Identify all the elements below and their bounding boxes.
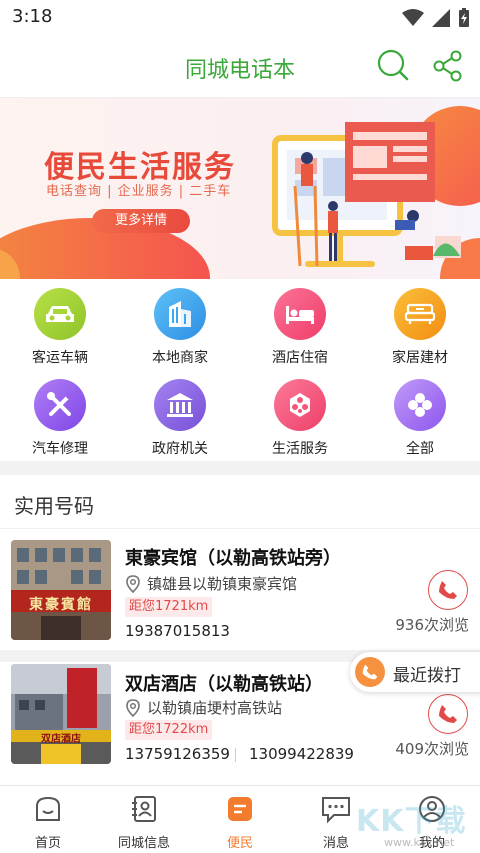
bed-icon (286, 306, 314, 324)
category-label: 客运车辆 (32, 350, 88, 366)
promo-banner[interactable]: 便民生活服务 电话查询 | 企业服务 | 二手车 更多详情 (0, 98, 480, 279)
category-label: 本地商家 (152, 350, 208, 366)
signal-icon (432, 9, 450, 27)
section-divider (0, 461, 480, 475)
recent-calls-button[interactable]: 最近拨打 (350, 652, 480, 692)
call-button[interactable] (428, 694, 468, 734)
tab-label: 首页 (34, 836, 61, 851)
view-count: 409次浏览 (395, 740, 469, 758)
phone-separator (235, 748, 236, 762)
listing-photo-art (11, 540, 111, 640)
category-all[interactable]: 全部 (360, 379, 480, 458)
message-icon (322, 797, 350, 824)
tab-label: 同城信息 (117, 836, 170, 851)
category-hotels[interactable]: 酒店住宿 (240, 288, 360, 367)
category-label: 汽车修理 (32, 441, 88, 457)
status-time: 3:18 (12, 6, 53, 27)
category-government[interactable]: 政府机关 (120, 379, 240, 458)
recent-calls-label: 最近拨打 (393, 666, 461, 686)
listing-phone[interactable]: 13099422839 (249, 745, 354, 763)
home-icon (36, 796, 60, 821)
status-bar: 3:18 (0, 0, 480, 34)
listing-name: 東豪宾馆（以勒高铁站旁） (125, 548, 341, 569)
government-icon (167, 393, 193, 417)
category-icon-bg (154, 379, 206, 431)
location-pin-icon (126, 574, 140, 593)
tab-label: 便民 (226, 836, 253, 851)
listing-phone[interactable]: 19387015813 (125, 622, 230, 640)
listing-item[interactable]: 東豪賓館 東豪宾馆（以勒高铁站旁） 镇雄县以勒镇東豪宾馆 距您1721km 19… (0, 530, 480, 650)
category-icon-bg (274, 379, 326, 431)
section-divider (0, 528, 480, 529)
category-local-merchants[interactable]: 本地商家 (120, 288, 240, 367)
listing-photo: 東豪賓館 (11, 540, 111, 640)
category-icon-bg (34, 288, 86, 340)
listing-sign: 東豪賓館 (29, 597, 93, 613)
category-icon-bg (394, 379, 446, 431)
share-icon[interactable] (433, 50, 463, 82)
category-label: 全部 (406, 441, 434, 457)
status-icons (402, 8, 470, 28)
tab-home[interactable]: 首页 (0, 794, 96, 851)
listing-photo-art (11, 664, 111, 764)
recent-call-icon-bg (355, 657, 385, 687)
tools-icon (47, 392, 72, 416)
tab-convenience[interactable]: 便民 (192, 794, 288, 851)
category-grid: 客运车辆 本地商家 酒店住宿 家居建材 汽车修理 政府机关 生活服务 全部 (0, 279, 480, 459)
category-icon-bg (394, 288, 446, 340)
watermark-url: www.kkx.net (384, 836, 455, 849)
phone-icon (362, 664, 378, 680)
distance-badge: 距您1722km (125, 720, 213, 740)
listing-address: 镇雄县以勒镇東豪宾馆 (125, 573, 297, 594)
location-pin-icon (126, 698, 140, 717)
distance-badge: 距您1721km (125, 597, 213, 617)
service-doc-icon (228, 797, 252, 821)
banner-illustration (272, 122, 461, 267)
category-icon-bg (274, 288, 326, 340)
building-icon (169, 301, 191, 327)
category-home-building[interactable]: 家居建材 (360, 288, 480, 367)
battery-icon (459, 8, 469, 27)
listing-sign: 双店酒店 (41, 734, 81, 745)
category-label: 酒店住宿 (272, 350, 328, 366)
banner-subtitle: 电话查询 | 企业服务 | 二手车 (46, 184, 232, 199)
service-icon (290, 393, 310, 417)
category-life-services[interactable]: 生活服务 (240, 379, 360, 458)
category-icon-bg (34, 379, 86, 431)
tab-local-info[interactable]: 同城信息 (96, 794, 192, 851)
listing-photo: 双店酒店 (11, 664, 111, 764)
contacts-icon (132, 796, 156, 822)
category-label: 家居建材 (392, 350, 448, 366)
category-label: 生活服务 (272, 441, 328, 457)
category-label: 政府机关 (152, 441, 208, 457)
listing-name: 双店酒店（以勒高铁站） (125, 674, 323, 695)
section-title: 实用号码 (14, 494, 94, 518)
all-icon (408, 393, 432, 417)
phone-icon (439, 581, 457, 599)
sofa-icon (404, 303, 436, 324)
more-details-button[interactable]: 更多详情 (92, 209, 190, 233)
listing-address-text: 以勒镇庙埂村高铁站 (147, 699, 283, 717)
listing-phone[interactable]: 13759126359 (125, 745, 230, 763)
watermark-logo: KK下载 (356, 804, 467, 839)
category-icon-bg (154, 288, 206, 340)
view-count: 936次浏览 (395, 616, 469, 634)
app-header: 同城电话本 (0, 34, 480, 98)
listing-address: 以勒镇庙埂村高铁站 (125, 697, 282, 718)
phone-icon (439, 705, 457, 723)
listing-address-text: 镇雄县以勒镇東豪宾馆 (147, 575, 298, 593)
category-passenger-vehicles[interactable]: 客运车辆 (0, 288, 120, 367)
car-icon (46, 306, 74, 322)
call-button[interactable] (428, 570, 468, 610)
category-auto-repair[interactable]: 汽车修理 (0, 379, 120, 458)
wifi-icon (402, 9, 424, 26)
search-icon[interactable] (376, 48, 410, 82)
